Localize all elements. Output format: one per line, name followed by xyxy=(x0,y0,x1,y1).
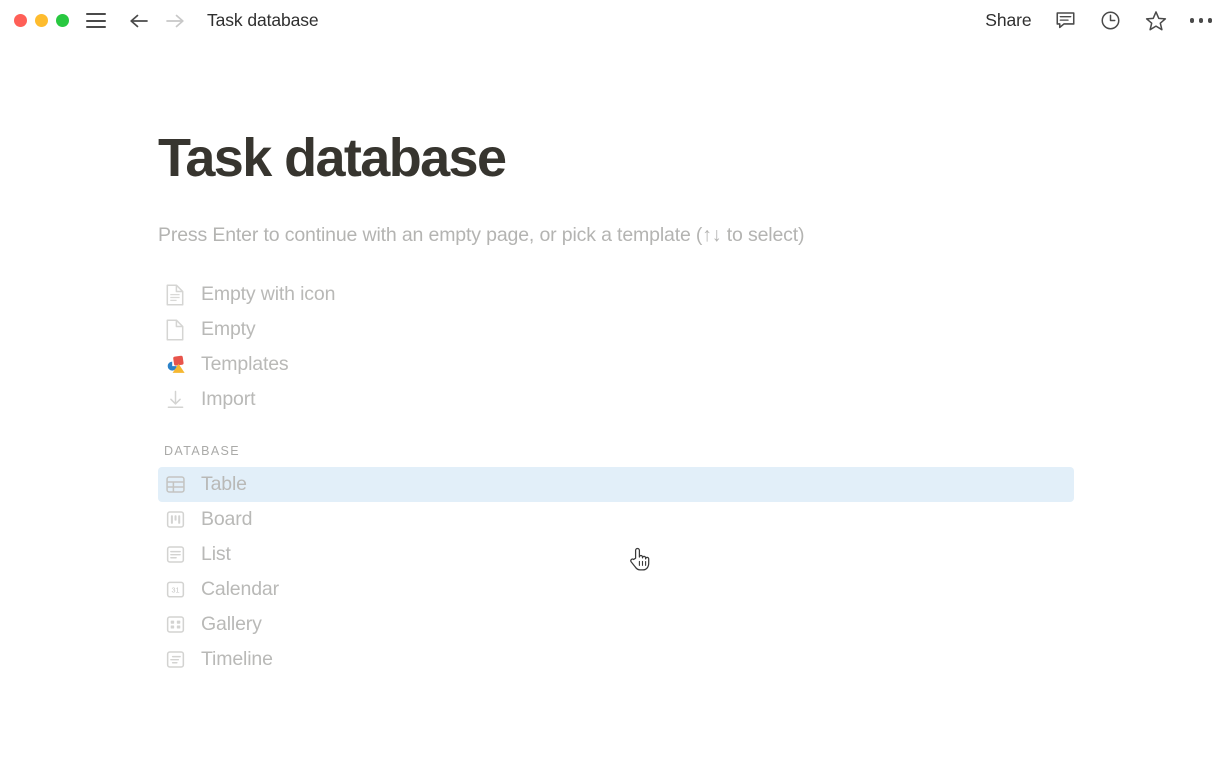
templates-icon xyxy=(164,353,192,377)
board-icon xyxy=(164,508,192,531)
menu-item-timeline[interactable]: Timeline xyxy=(158,642,1074,677)
menu-item-label: Timeline xyxy=(201,648,273,671)
page-content: Task database Press Enter to continue wi… xyxy=(0,41,1228,677)
menu-item-import[interactable]: Import xyxy=(158,382,1074,417)
document-title: Task database xyxy=(207,10,319,31)
menu-item-label: List xyxy=(201,543,231,566)
share-button[interactable]: Share xyxy=(985,10,1031,31)
star-icon[interactable] xyxy=(1144,9,1168,33)
menu-item-calendar[interactable]: 31 Calendar xyxy=(158,572,1074,607)
comment-icon[interactable] xyxy=(1054,9,1077,32)
maximize-button[interactable] xyxy=(56,14,69,27)
gallery-icon xyxy=(164,613,192,636)
template-hint-text: Press Enter to continue with an empty pa… xyxy=(158,224,1228,247)
section-header-database: DATABASE xyxy=(158,444,1228,458)
hamburger-icon[interactable] xyxy=(86,13,106,28)
close-button[interactable] xyxy=(14,14,27,27)
menu-item-label: Import xyxy=(201,388,255,411)
template-menu: Empty with icon Empty Templates xyxy=(158,277,1228,677)
page-with-lines-icon xyxy=(164,283,192,307)
menu-item-empty-with-icon[interactable]: Empty with icon xyxy=(158,277,1074,312)
menu-item-board[interactable]: Board xyxy=(158,502,1074,537)
menu-item-label: Table xyxy=(201,473,247,496)
navigation-arrows xyxy=(128,11,186,31)
timeline-icon xyxy=(164,648,192,671)
arrow-left-icon[interactable] xyxy=(128,11,150,31)
page-title: Task database xyxy=(158,129,1228,187)
menu-item-list[interactable]: List xyxy=(158,537,1074,572)
menu-item-templates[interactable]: Templates xyxy=(158,347,1074,382)
menu-item-label: Calendar xyxy=(201,578,279,601)
minimize-button[interactable] xyxy=(35,14,48,27)
arrow-right-icon[interactable] xyxy=(164,11,186,31)
window-titlebar: Task database Share xyxy=(0,0,1228,41)
menu-item-table[interactable]: Table xyxy=(158,467,1074,502)
calendar-icon: 31 xyxy=(164,578,192,601)
page-blank-icon xyxy=(164,318,192,342)
menu-item-empty[interactable]: Empty xyxy=(158,312,1074,347)
import-download-icon xyxy=(164,388,192,411)
table-icon xyxy=(164,473,192,496)
more-options-icon[interactable] xyxy=(1190,14,1213,27)
toolbar-actions: Share xyxy=(985,9,1212,33)
clock-history-icon[interactable] xyxy=(1099,9,1122,32)
menu-item-label: Empty with icon xyxy=(201,283,335,306)
calendar-day-number: 31 xyxy=(171,586,179,595)
menu-item-label: Empty xyxy=(201,318,256,341)
window-controls xyxy=(14,14,69,27)
menu-item-gallery[interactable]: Gallery xyxy=(158,607,1074,642)
list-icon xyxy=(164,543,192,566)
menu-item-label: Gallery xyxy=(201,613,262,636)
menu-item-label: Board xyxy=(201,508,252,531)
menu-item-label: Templates xyxy=(201,353,289,376)
